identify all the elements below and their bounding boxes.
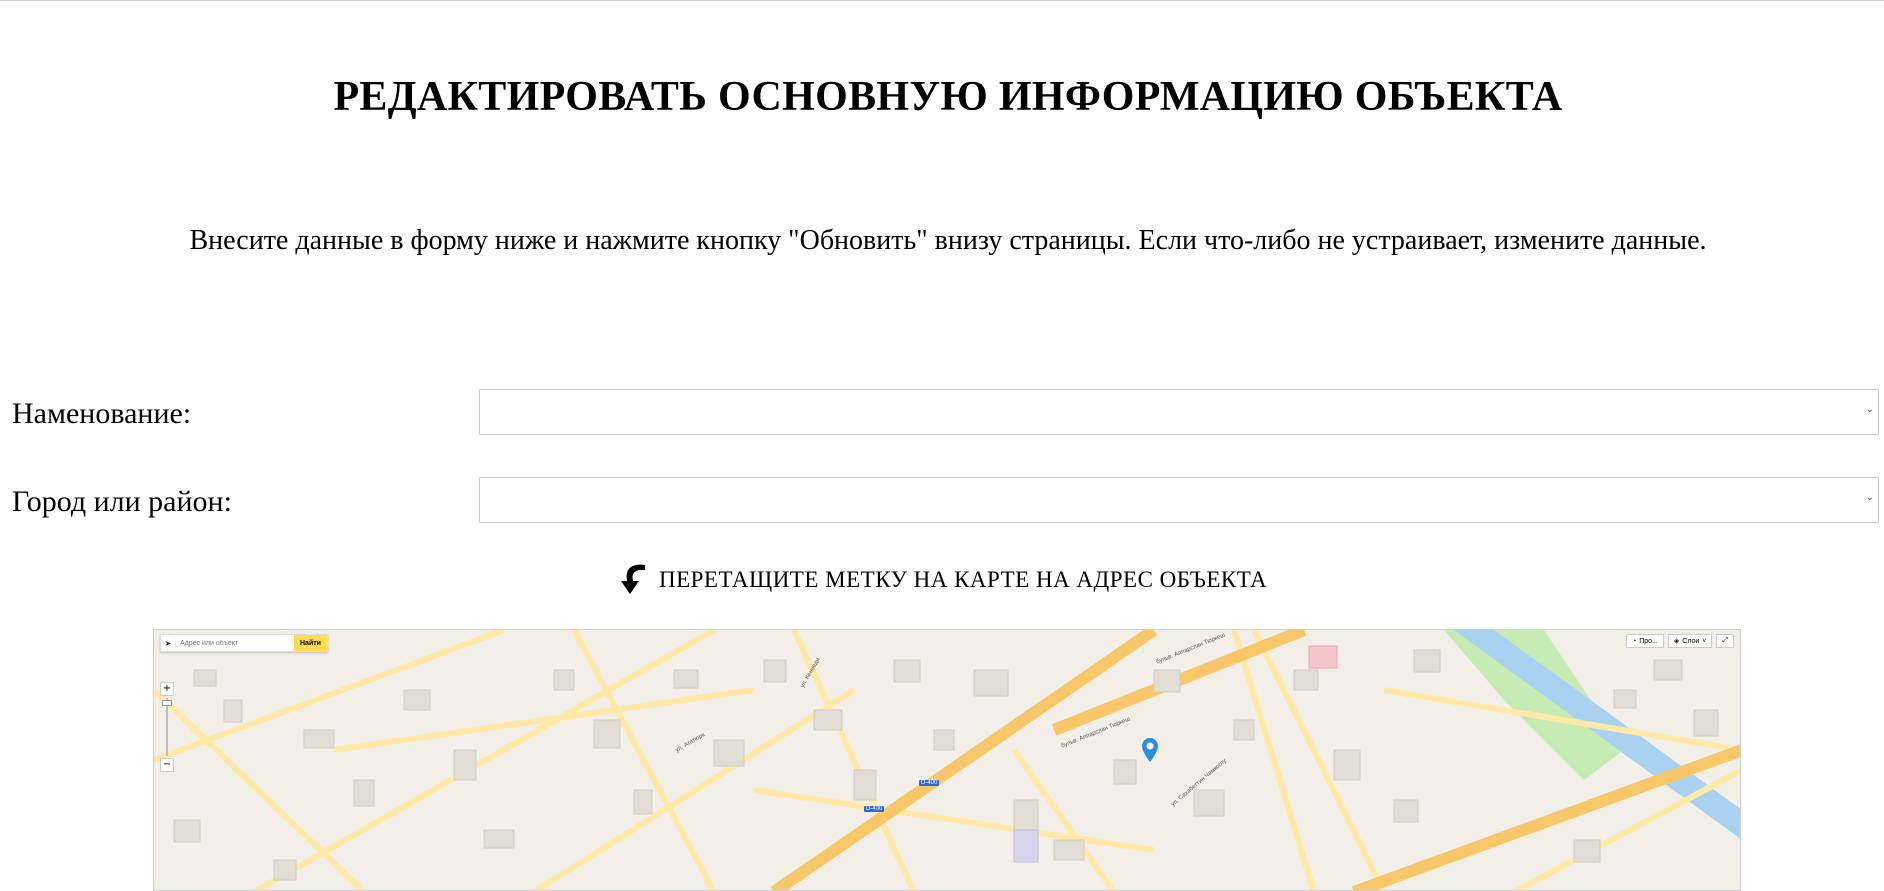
name-select[interactable]: ⌄ xyxy=(479,389,1879,435)
layers-icon: ◈ xyxy=(1673,638,1680,645)
zoom-slider-track[interactable] xyxy=(166,698,168,756)
layers-button[interactable]: ◈ Слои ˅ xyxy=(1667,634,1713,648)
geolocation-icon[interactable]: ➤ xyxy=(161,638,176,648)
drag-hint-text: ПЕРЕТАЩИТЕ МЕТКУ НА КАРТЕ НА АДРЕС ОБЪЕК… xyxy=(658,567,1268,592)
zoom-in-button[interactable]: + xyxy=(160,682,174,696)
chevron-down-icon: ⌄ xyxy=(1865,492,1874,503)
road-badge: D-400 xyxy=(919,780,940,786)
map-canvas[interactable] xyxy=(154,630,1741,891)
name-row: Наменование: ⌄ xyxy=(0,389,1884,437)
chevron-down-icon: ⌄ xyxy=(1865,404,1874,415)
page-title: РЕДАКТИРОВАТЬ ОСНОВНУЮ ИНФОРМАЦИЮ ОБЪЕКТ… xyxy=(333,74,1563,120)
map[interactable]: ➤ Найти + − ◔ Про... ◈ Слои ˅ ⤢ бульв. А… xyxy=(153,629,1741,891)
layers-label: Слои xyxy=(1682,637,1700,645)
curved-arrow-down-icon xyxy=(617,561,647,601)
instructions-text: Внесите данные в форму ниже и нажмите кн… xyxy=(189,225,1707,256)
location-pin-icon xyxy=(1142,738,1158,762)
city-row: Город или район: ⌄ xyxy=(0,477,1884,525)
traffic-button[interactable]: ◔ Про... xyxy=(1625,634,1664,648)
map-search-input[interactable] xyxy=(176,636,294,650)
traffic-icon: ◔ xyxy=(1631,637,1637,645)
fullscreen-icon: ⤢ xyxy=(1722,637,1728,644)
zoom-slider-handle[interactable] xyxy=(162,700,172,706)
map-search-bar: ➤ Найти xyxy=(160,634,328,652)
map-zoom-control: + − xyxy=(160,682,174,772)
traffic-label: Про... xyxy=(1639,637,1658,645)
fullscreen-button[interactable]: ⤢ xyxy=(1716,634,1734,648)
road-badge: D-400 xyxy=(864,806,885,812)
name-label: Наменование: xyxy=(12,397,192,430)
drag-hint: ПЕРЕТАЩИТЕ МЕТКУ НА КАРТЕ НА АДРЕС ОБЪЕК… xyxy=(0,561,1884,601)
map-top-controls: ◔ Про... ◈ Слои ˅ ⤢ xyxy=(1625,634,1734,648)
map-find-button[interactable]: Найти xyxy=(294,635,327,651)
city-select[interactable]: ⌄ xyxy=(479,477,1879,523)
city-label: Город или район: xyxy=(12,485,232,518)
chevron-down-icon: ˅ xyxy=(1702,637,1707,645)
zoom-out-button[interactable]: − xyxy=(160,758,174,772)
